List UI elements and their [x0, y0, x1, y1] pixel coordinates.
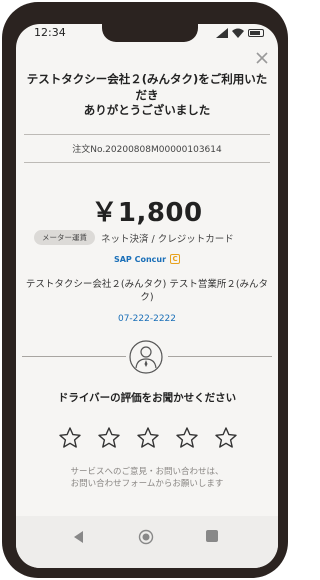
feedback-note[interactable]: サービスへのご意見・お問い合わせは、 お問い合わせフォームからお願いします [16, 466, 278, 490]
camera-notch [102, 24, 198, 42]
driver-avatar-icon [129, 340, 163, 374]
star-rating [58, 426, 238, 450]
thanks-line-1: テストタクシー会社２(みんタク)をご利用いただき [26, 72, 268, 102]
thanks-message: テストタクシー会社２(みんタク)をご利用いただき ありがとうございました [26, 72, 268, 119]
star-1-icon[interactable] [58, 426, 82, 450]
order-number: 注文No.20200808M00000103614 [72, 145, 222, 155]
rating-prompt: ドライバーの評価をお聞かせください [57, 392, 237, 404]
divider [168, 356, 272, 357]
feedback-line-2: お問い合わせフォームからお願いします [70, 479, 224, 489]
thanks-line-2: ありがとうございました [83, 103, 211, 117]
android-nav-bar [16, 516, 278, 568]
concur-icon: C [170, 254, 181, 264]
sap-concur-label: SAP Concur [113, 254, 167, 264]
wifi-icon [232, 28, 244, 38]
signal-icon [216, 28, 228, 38]
divider [24, 134, 270, 135]
star-4-icon[interactable] [175, 426, 199, 450]
payment-method: ネット決済 / クレジットカード [101, 233, 234, 245]
status-time: 12:34 [34, 26, 66, 39]
home-icon[interactable] [138, 529, 154, 545]
company-phone-link[interactable]: 07-222-2222 [16, 314, 278, 324]
back-icon[interactable] [72, 530, 86, 544]
divider [22, 356, 126, 357]
feedback-line-1: サービスへのご意見・お問い合わせは、 [70, 467, 224, 477]
star-3-icon[interactable] [136, 426, 160, 450]
status-icons [216, 28, 264, 38]
close-icon[interactable] [254, 50, 270, 66]
star-2-icon[interactable] [97, 426, 121, 450]
star-5-icon[interactable] [214, 426, 238, 450]
status-bar: 12:34 [16, 24, 278, 44]
recent-apps-icon[interactable] [206, 530, 218, 542]
divider [24, 162, 270, 163]
app-screen: 12:34 テストタクシー会社２(みんタク)をご利用いただき ありがとうございま… [16, 24, 278, 568]
company-name: テストタクシー会社２(みんタク) テスト営業所２(みんタク) [25, 279, 269, 303]
phone-frame: 12:34 テストタクシー会社２(みんタク)をご利用いただき ありがとうございま… [2, 2, 288, 578]
meter-fare-badge: メーター運賃 [34, 230, 95, 245]
sap-concur-link[interactable]: SAP Concur C [16, 254, 278, 264]
fare-amount: ￥1,800 [91, 198, 203, 228]
battery-icon [248, 29, 264, 37]
payment-row: メーター運賃 ネット決済 / クレジットカード [34, 230, 274, 245]
